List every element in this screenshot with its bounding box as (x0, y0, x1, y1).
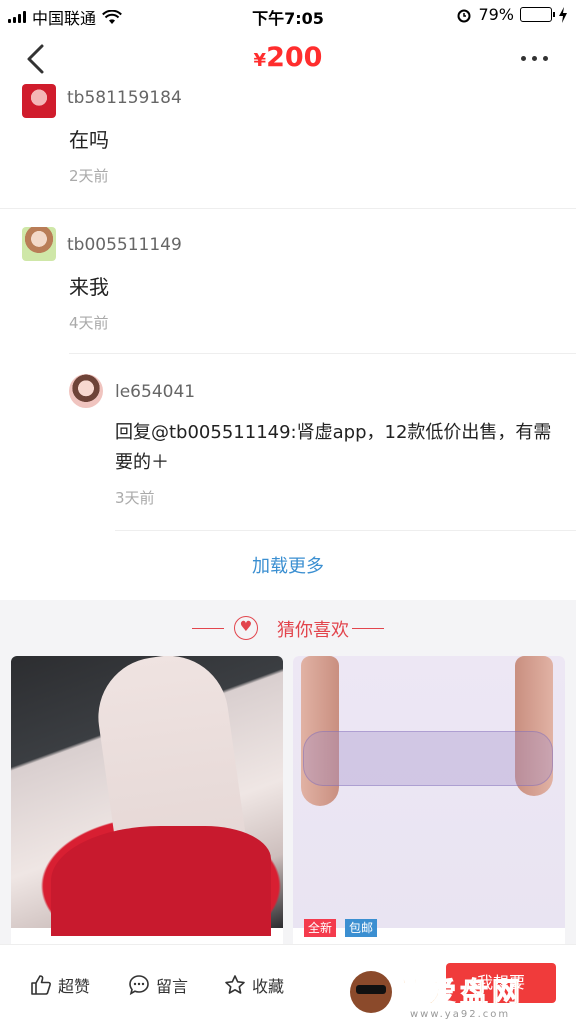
charging-icon (559, 6, 567, 23)
divider (69, 353, 576, 354)
recommend-section: ♥ 猜你喜欢 全新 包邮 (0, 600, 576, 966)
product-card[interactable] (11, 656, 283, 966)
recommend-title: 猜你喜欢 (0, 616, 576, 642)
title-dash-right (352, 628, 384, 629)
comment-icon (129, 975, 149, 996)
avatar[interactable] (69, 374, 103, 408)
reply-username[interactable]: le654041 (115, 382, 195, 402)
battery-percent: 79% (478, 5, 514, 24)
bottom-bar: 超赞 留言 收藏 我想要 就爱盘网 www.ya92.com (0, 944, 576, 1024)
more-icon[interactable] (521, 56, 548, 61)
star-icon (225, 975, 245, 994)
comment-time: 4天前 (69, 314, 109, 332)
price-value: 200 (266, 42, 323, 73)
page-title-price: ¥200 (0, 42, 576, 73)
watermark-text: 就爱盘网 (395, 976, 525, 1010)
reply-time: 3天前 (115, 489, 155, 507)
product-image (11, 656, 283, 936)
battery-icon (520, 7, 555, 22)
divider (115, 530, 576, 531)
status-bar: 中国联通 下午7:05 79% (0, 0, 576, 30)
favorite-label: 收藏 (252, 977, 285, 996)
comment-text: 来我 (69, 275, 109, 299)
like-button[interactable]: 超赞 (30, 973, 90, 997)
watermark-url: www.ya92.com (410, 1009, 511, 1020)
avatar[interactable] (22, 227, 56, 261)
comment-username[interactable]: tb005511149 (67, 235, 182, 255)
product-image (293, 656, 565, 928)
comment-time: 2天前 (69, 167, 109, 185)
tag-free-shipping-badge: 包邮 (345, 919, 378, 937)
tag-new-badge: 全新 (304, 919, 337, 937)
product-card[interactable]: 全新 包邮 (293, 656, 565, 966)
load-more-link[interactable]: 加载更多 (0, 552, 576, 578)
avatar[interactable] (22, 84, 56, 118)
comment-label: 留言 (156, 977, 189, 996)
comment-button[interactable]: 留言 (128, 973, 188, 997)
like-label: 超赞 (58, 977, 91, 996)
alarm-icon (457, 9, 471, 22)
nav-bar: ¥200 (0, 30, 576, 88)
favorite-button[interactable]: 收藏 (224, 973, 284, 997)
watermark-logo: 就爱盘网 www.ya92.com (350, 971, 570, 1021)
thumbs-up-icon (31, 975, 51, 995)
currency-symbol: ¥ (253, 50, 267, 71)
comment-text: 在吗 (69, 128, 109, 152)
status-right: 79% (456, 5, 568, 24)
divider (0, 208, 576, 209)
recommend-title-text: 猜你喜欢 (277, 620, 349, 641)
comment-username[interactable]: tb581159184 (67, 88, 182, 108)
screen: 中国联通 下午7:05 79% ¥200 tb581159184 在吗 2天前 … (0, 0, 576, 1024)
reply-text: 回复@tb005511149:肾虚app，12款低价出售，有需要的＋ (115, 422, 552, 473)
